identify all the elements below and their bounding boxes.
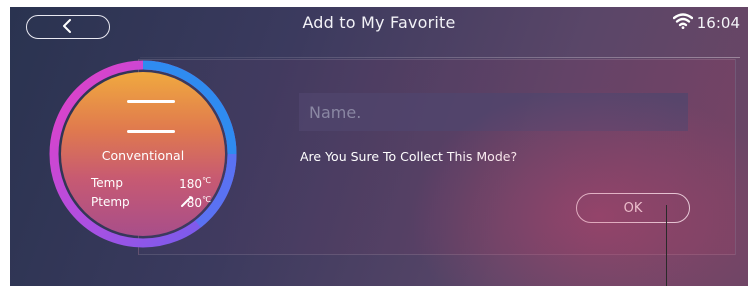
mode-card[interactable]: Conventional Temp 180℃ Ptemp 80℃	[48, 59, 238, 249]
mode-name: Conventional	[101, 148, 185, 163]
temp-label: Temp	[91, 176, 123, 190]
header-divider	[140, 57, 740, 58]
ptemp-unit: ℃	[202, 195, 211, 204]
mode-inner: Conventional Temp 180℃ Ptemp 80℃	[61, 72, 225, 236]
clock: 16:04	[696, 14, 740, 32]
status-bar: 16:04	[672, 13, 740, 33]
temp-value: 180	[179, 177, 203, 191]
ptemp-row: Ptemp 80℃	[91, 195, 211, 210]
temp-row: Temp 180℃	[91, 176, 211, 191]
ok-button[interactable]: OK	[576, 193, 690, 223]
screen: Add to My Favorite 16:04 Conventional Te…	[10, 7, 748, 286]
temp-value-wrap: 180℃	[179, 176, 211, 191]
page-title: Add to My Favorite	[302, 13, 456, 32]
ok-label: OK	[623, 200, 643, 216]
name-input[interactable]	[299, 93, 688, 131]
wifi-icon	[672, 13, 693, 33]
confirm-question: Are You Sure To Collect This Mode?	[300, 149, 518, 164]
temp-unit: ℃	[202, 176, 211, 185]
callout-line	[666, 205, 667, 286]
ptemp-label: Ptemp	[91, 195, 130, 209]
ptemp-value-wrap: 80℃	[180, 195, 211, 210]
